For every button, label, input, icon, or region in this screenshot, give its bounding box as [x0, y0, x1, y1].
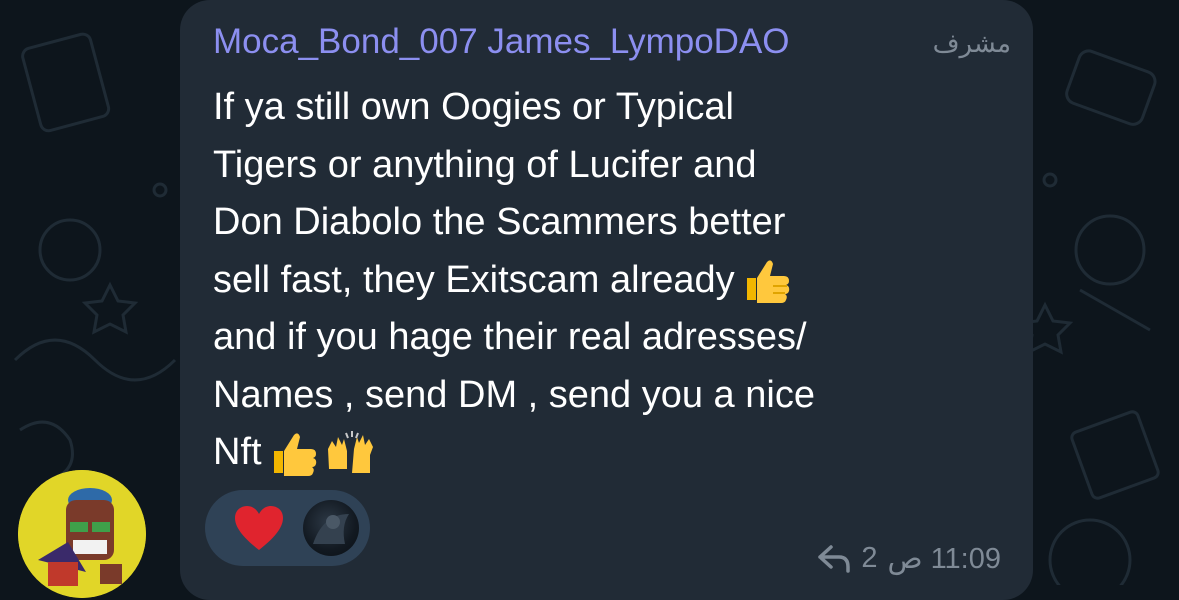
thumbs-up-icon [273, 433, 316, 476]
sender-name[interactable]: Moca_Bond_007 James_LympoDAO [213, 20, 913, 64]
thumbs-up-icon [746, 260, 789, 304]
message-line: Tigers or anything of Lucifer and [213, 143, 757, 186]
message-line-with-emoji: Nft [213, 424, 1003, 482]
heart-icon[interactable] [233, 504, 285, 554]
message-line: sell fast, they Exitscam already [213, 258, 735, 301]
reactor-avatar[interactable] [303, 500, 359, 556]
reactions-bar[interactable] [205, 490, 370, 566]
message-meta: 2 11:09 ص [817, 538, 1001, 578]
message-line: Nft [213, 431, 262, 473]
message-line-with-emoji: sell fast, they Exitscam already [213, 252, 1003, 310]
avatar-illustration [18, 470, 146, 598]
message-bubble[interactable]: Moca_Bond_007 James_LympoDAO مشرف If ya … [180, 0, 1033, 600]
message-text: If ya still own Oogies or Typical Tigers… [213, 79, 1003, 482]
sender-avatar[interactable] [18, 470, 146, 598]
reactor-avatar-image [313, 514, 349, 544]
message-line: Names , send DM , send you a nice [213, 373, 815, 416]
message-time: 11:09 ص [887, 542, 1001, 575]
message-line: and if you hage their real adresses/ [213, 316, 807, 358]
message-line: If ya still own Oogies or Typical [213, 86, 734, 128]
reply-arrow-icon[interactable] [817, 543, 851, 573]
raising-hands-icon [327, 430, 373, 473]
reply-count[interactable]: 2 [861, 542, 877, 575]
admin-role-badge: مشرف [932, 28, 1011, 58]
message-line: Don Diabolo the Scammers better [213, 201, 786, 243]
